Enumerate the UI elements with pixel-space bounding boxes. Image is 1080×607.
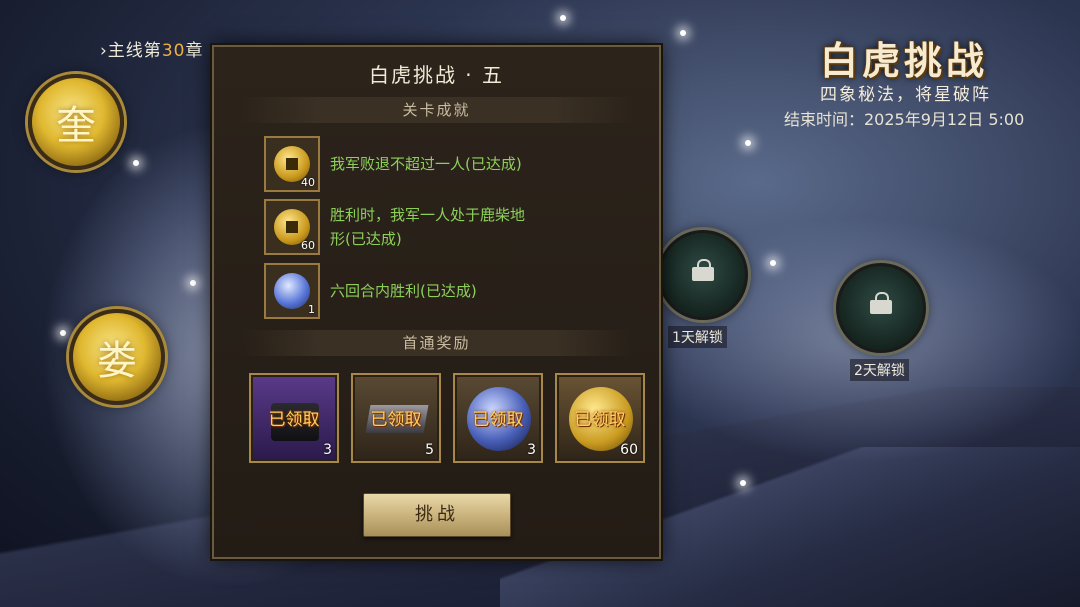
unlock-countdown-label: 1天解锁: [668, 326, 727, 348]
copper-coin-icon[interactable]: 40: [264, 136, 320, 192]
panel-title: 白虎挑战 · 五: [368, 63, 505, 87]
claimed-label: 已领取: [370, 410, 422, 430]
reward-quantity: 60: [620, 442, 638, 458]
unlock-countdown-label: 2天解锁: [850, 359, 909, 381]
star: [190, 280, 196, 286]
star: [560, 15, 566, 21]
achievement-text-line: 胜利时，我军一人处于鹿柴地: [330, 206, 526, 224]
star: [133, 160, 139, 166]
claimed-label: 已领取: [472, 410, 524, 430]
reward-quantity: 3: [323, 442, 332, 458]
item-quantity: 60: [301, 239, 315, 252]
locked-stage-node[interactable]: [836, 263, 926, 353]
main-chapter-link[interactable]: ›主线第30章: [100, 36, 203, 61]
copper-coin-icon[interactable]: 60: [264, 199, 320, 255]
event-subtitle: 四象秘法，将星破阵: [820, 85, 991, 105]
lock-icon: [692, 259, 714, 281]
achievement-text-line: 形(已达成): [330, 230, 402, 248]
star: [680, 30, 686, 36]
achievement-text: 胜利时，我军一人处于鹿柴地 形(已达成): [330, 203, 525, 251]
locked-stage-node[interactable]: [658, 230, 748, 320]
reward-slot[interactable]: 已领取 5: [351, 373, 441, 463]
chapter-number: 30: [161, 41, 186, 61]
constellation-label: 娄: [97, 338, 137, 384]
achievements-header: 关卡成就: [239, 97, 634, 123]
event-end-time: 结束时间：2025年9月12日 5:00: [784, 110, 1025, 129]
claimed-label: 已领取: [574, 410, 626, 430]
reward-quantity: 3: [527, 442, 536, 458]
reward-slot[interactable]: 已领取 3: [249, 373, 339, 463]
lock-icon: [870, 292, 892, 314]
constellation-node-kui[interactable]: 奎: [28, 74, 124, 170]
rewards-header: 首通奖励: [239, 330, 634, 356]
item-quantity: 40: [301, 176, 315, 189]
reward-quantity: 5: [425, 442, 434, 458]
chapter-suffix: 章: [185, 41, 204, 61]
reward-slot[interactable]: 已领取 60: [555, 373, 645, 463]
star: [770, 260, 776, 266]
item-quantity: 1: [308, 303, 315, 316]
blue-orb-icon[interactable]: 1: [264, 263, 320, 319]
challenge-button[interactable]: 挑战: [363, 493, 511, 537]
event-title: 白虎挑战: [820, 38, 989, 83]
claimed-label: 已领取: [268, 410, 320, 430]
reward-slot[interactable]: 已领取 3: [453, 373, 543, 463]
star: [740, 480, 746, 486]
constellation-node-lou[interactable]: 娄: [69, 309, 165, 405]
constellation-label: 奎: [56, 103, 96, 149]
achievement-text: 我军败退不超过一人(已达成): [330, 155, 522, 173]
stage-detail-panel: 白虎挑战 · 五 关卡成就 40 我军败退不超过一人(已达成) 60 胜利时，我…: [212, 45, 661, 559]
chapter-prefix: ›主线第: [100, 41, 162, 61]
star: [60, 330, 66, 336]
star: [745, 140, 751, 146]
achievement-text: 六回合内胜利(已达成): [330, 282, 477, 300]
